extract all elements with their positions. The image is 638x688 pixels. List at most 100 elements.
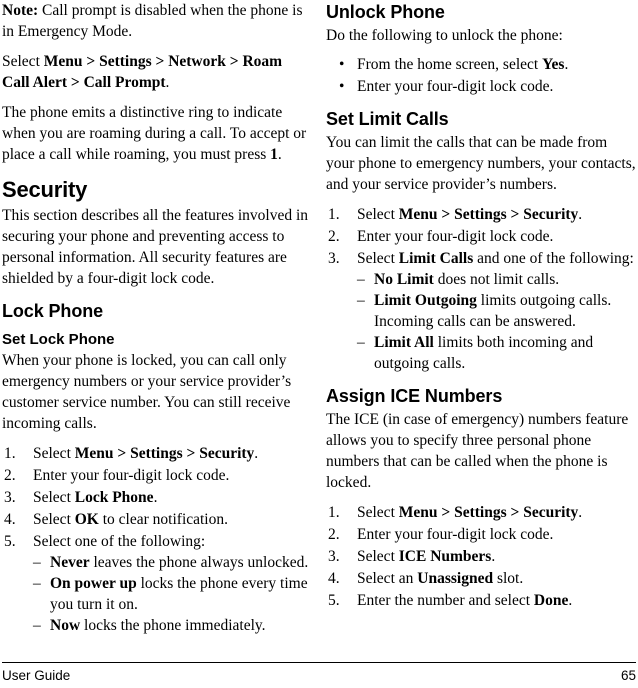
step-number: 3.	[4, 489, 16, 506]
emphasis-text: ICE Numbers	[398, 548, 492, 565]
roaming-text-before: The phone emits a distinctive ring to in…	[2, 104, 307, 163]
plain-text: Select	[33, 511, 75, 528]
numbered-step: 2. Enter your four-digit lock code.	[326, 226, 636, 247]
numbered-step: 5. Select one of the following: – Never lea…	[2, 531, 312, 636]
step-number: 2.	[4, 467, 16, 484]
heading-lock-phone: Lock Phone	[2, 301, 104, 321]
unlock-phone-bullets: • From the home screen, select Yes. • Enter…	[326, 54, 636, 97]
step-number: 1.	[4, 445, 16, 462]
note-paragraph: Note: Call prompt is disabled when the p…	[2, 0, 312, 42]
dash-marker-icon: –	[357, 334, 365, 351]
unlock-phone-intro-paragraph: Do the following to unlock the phone:	[326, 27, 563, 44]
sub-item-list: – No Limit does not limit calls. – Limit Ou…	[357, 269, 636, 374]
step-number: 2.	[328, 228, 340, 245]
footer-document-title: User Guide	[2, 668, 71, 683]
manual-page: Note: Call prompt is disabled when the p…	[0, 0, 638, 688]
plain-text: Enter the number and select	[357, 592, 534, 609]
plain-text: Enter your four-digit lock code.	[357, 228, 554, 245]
sub-list-item: – Now locks the phone immediately.	[33, 615, 312, 636]
plain-text: .	[564, 56, 569, 73]
heading-security: Security	[2, 177, 88, 202]
sub-list-item: – Limit Outgoing limits outgoing calls. I…	[357, 290, 636, 332]
plain-text: Select	[33, 445, 75, 462]
plain-text: .	[578, 206, 583, 223]
security-intro-paragraph: This section describes all the features …	[2, 207, 309, 287]
plain-text: slot.	[493, 570, 524, 587]
set-limit-calls-steps: 1. Select Menu > Settings > Security. 2. En…	[326, 204, 636, 374]
plain-text: Select one of the following:	[33, 533, 206, 550]
set-lock-phone-steps: 1. Select Menu > Settings > Security. 2. En…	[2, 443, 312, 636]
plain-text: locks the phone immediately.	[80, 617, 266, 634]
bullet-list-item: • Enter your four-digit lock code.	[326, 76, 636, 97]
plain-text: Enter your four-digit lock code.	[357, 78, 554, 95]
emphasis-text: Menu > Settings > Security	[74, 445, 255, 462]
assign-ice-intro-paragraph: The ICE (in case of emergency) numbers f…	[326, 411, 629, 491]
plain-text: .	[568, 592, 573, 609]
dash-marker-icon: –	[33, 554, 41, 571]
heading-assign-ice-numbers: Assign ICE Numbers	[326, 386, 503, 406]
step-number: 5.	[328, 592, 340, 609]
plain-text: Enter your four-digit lock code.	[33, 467, 230, 484]
sub-list-item: – Never leaves the phone always unlocked.	[33, 552, 312, 573]
plain-text: .	[491, 548, 496, 565]
set-lock-phone-intro-paragraph: When your phone is locked, you can call …	[2, 352, 292, 432]
emphasis-text: Limit Outgoing	[374, 292, 477, 309]
assign-ice-steps: 1. Select Menu > Settings > Security. 2. En…	[326, 502, 636, 611]
numbered-step: 4. Select OK to clear notification.	[2, 509, 312, 530]
step-number: 3.	[328, 250, 340, 267]
numbered-step: 2. Enter your four-digit lock code.	[326, 524, 636, 545]
step-number: 2.	[328, 526, 340, 543]
bullet-marker-icon: •	[339, 56, 345, 73]
sub-list-item: – Limit All limits both incoming and outg…	[357, 332, 636, 374]
bullet-list-item: • From the home screen, select Yes.	[326, 54, 636, 75]
footer-page-number: 65	[620, 668, 636, 683]
emphasis-text: On power up	[50, 575, 137, 592]
emphasis-text: Limit All	[374, 334, 434, 351]
left-column: Note: Call prompt is disabled when the p…	[2, 0, 312, 638]
emphasis-text: Yes	[542, 56, 565, 73]
plain-text: and one of the following:	[473, 250, 634, 267]
emphasis-text: Unassigned	[417, 570, 494, 587]
plain-text: From the home screen, select	[357, 56, 543, 73]
note-text: Call prompt is disabled when the phone i…	[2, 2, 303, 40]
footer-divider	[2, 661, 636, 663]
numbered-step: 2. Enter your four-digit lock code.	[2, 465, 312, 486]
dash-marker-icon: –	[33, 617, 41, 634]
plain-text: .	[153, 489, 158, 506]
step-number: 4.	[328, 570, 340, 587]
emphasis-text: Limit Calls	[398, 250, 474, 267]
plain-text: Enter your four-digit lock code.	[357, 526, 554, 543]
step-number: 5.	[4, 533, 16, 550]
step-number: 1.	[328, 206, 340, 223]
emphasis-text: Menu > Settings > Security	[398, 504, 579, 521]
dash-marker-icon: –	[33, 575, 41, 592]
emphasis-text: Menu > Settings > Security	[398, 206, 579, 223]
step-number: 3.	[328, 548, 340, 565]
step-number: 4.	[4, 511, 16, 528]
plain-text: Select	[357, 504, 399, 521]
plain-text: Select	[357, 206, 399, 223]
step-number: 1.	[328, 504, 340, 521]
emphasis-text: Done	[533, 592, 569, 609]
plain-text: Select	[357, 548, 399, 565]
note-label: Note:	[2, 2, 39, 19]
select-menu-path-paragraph: Select Menu > Settings > Network > Roam …	[2, 51, 312, 93]
emphasis-text: Now	[50, 617, 81, 634]
sub-item-list: – Never leaves the phone always unlocked.…	[33, 552, 312, 636]
numbered-step: 1. Select Menu > Settings > Security.	[326, 204, 636, 225]
dash-marker-icon: –	[357, 292, 365, 309]
numbered-step: 5. Enter the number and select Done.	[326, 590, 636, 611]
set-limit-calls-intro-paragraph: You can limit the calls that can be made…	[326, 134, 636, 193]
heading-unlock-phone: Unlock Phone	[326, 2, 445, 22]
plain-text: leaves the phone always unlocked.	[89, 554, 309, 571]
footer-row: User Guide 65	[2, 667, 636, 684]
numbered-step: 3. Select ICE Numbers.	[326, 546, 636, 567]
plain-text: does not limit calls.	[433, 271, 560, 288]
heading-set-lock-phone: Set Lock Phone	[2, 331, 115, 348]
plain-text: to clear notification.	[98, 511, 228, 528]
numbered-step: 1. Select Menu > Settings > Security.	[326, 502, 636, 523]
emphasis-text: Lock Phone	[74, 489, 154, 506]
heading-set-limit-calls: Set Limit Calls	[326, 109, 449, 129]
sub-list-item: – On power up locks the phone every time …	[33, 573, 312, 615]
plain-text: .	[254, 445, 259, 462]
